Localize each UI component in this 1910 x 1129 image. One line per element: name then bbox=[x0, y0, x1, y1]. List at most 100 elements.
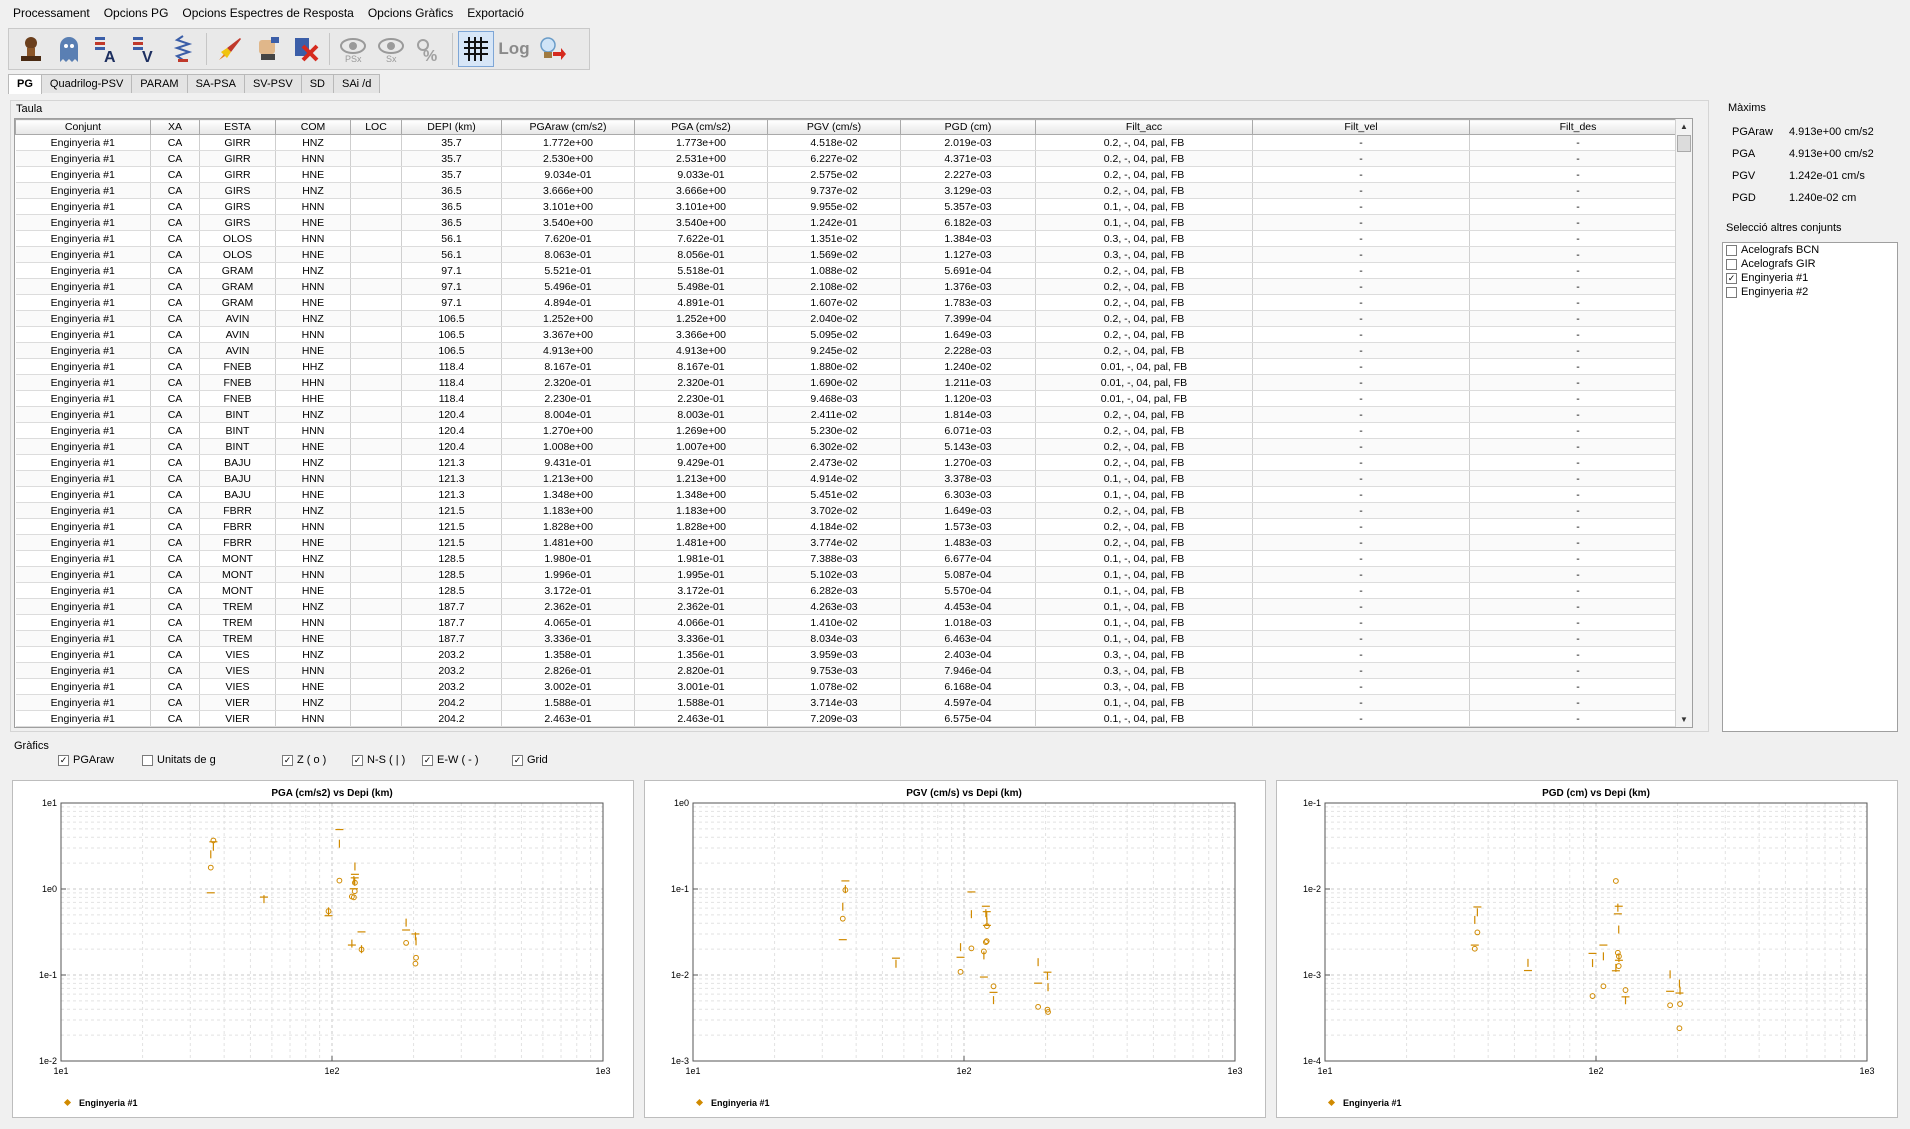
eye-sx-icon[interactable]: Sx bbox=[373, 31, 409, 67]
option-pgaraw[interactable]: ✓ PGAraw bbox=[58, 754, 114, 766]
column-header[interactable]: Conjunt bbox=[15, 119, 151, 135]
table-row[interactable]: Enginyeria #1 CA GRAM HNE 97.1 4.894e-01 4.891… bbox=[15, 294, 1687, 311]
table-row[interactable]: Enginyeria #1 CA TREM HNE 187.7 3.336e-01 3.33… bbox=[15, 630, 1687, 647]
tab-quadrilog-psv[interactable]: Quadrilog-PSV bbox=[40, 74, 133, 93]
menu-exportacio[interactable]: Exportació bbox=[460, 0, 531, 26]
table-row[interactable]: Enginyeria #1 CA BAJU HNN 121.3 1.213e+00 1.21… bbox=[15, 470, 1687, 487]
checkbox[interactable] bbox=[1726, 258, 1737, 270]
checkbox-checked[interactable]: ✓ bbox=[422, 754, 433, 766]
table-row[interactable]: Enginyeria #1 CA OLOS HNE 56.1 8.063e-01 8.056… bbox=[15, 246, 1687, 263]
tab-sd[interactable]: SD bbox=[300, 74, 334, 93]
table-row[interactable]: Enginyeria #1 CA GIRS HNE 36.5 3.540e+00 3.540… bbox=[15, 214, 1687, 231]
table-row[interactable]: Enginyeria #1 CA BINT HNN 120.4 1.270e+00 1.26… bbox=[15, 422, 1687, 439]
table-row[interactable]: Enginyeria #1 CA VIER HNZ 204.2 1.588e-01 1.58… bbox=[15, 694, 1687, 711]
exit-icon[interactable] bbox=[534, 31, 570, 67]
spectrum-a-icon[interactable]: A bbox=[89, 31, 125, 67]
option-grid[interactable]: ✓ Grid bbox=[512, 754, 548, 766]
tab-pg[interactable]: PG bbox=[8, 74, 42, 94]
table-row[interactable]: Enginyeria #1 CA GIRS HNZ 36.5 3.666e+00 3.666… bbox=[15, 182, 1687, 199]
ghost-icon[interactable] bbox=[51, 31, 87, 67]
table-row[interactable]: Enginyeria #1 CA OLOS HNN 56.1 7.620e-01 7.622… bbox=[15, 230, 1687, 247]
table-row[interactable]: Enginyeria #1 CA AVIN HNN 106.5 3.367e+00 3.36… bbox=[15, 326, 1687, 343]
table-row[interactable]: Enginyeria #1 CA AVIN HNE 106.5 4.913e+00 4.91… bbox=[15, 342, 1687, 359]
table-row[interactable]: Enginyeria #1 CA MONT HNZ 128.5 1.980e-01 1.98… bbox=[15, 550, 1687, 567]
eye-psx-icon[interactable]: PSx bbox=[335, 31, 371, 67]
column-header[interactable]: XA bbox=[150, 119, 200, 135]
table-row[interactable]: Enginyeria #1 CA GIRR HNE 35.7 9.034e-01 9.033… bbox=[15, 166, 1687, 183]
checkbox-checked[interactable]: ✓ bbox=[512, 754, 523, 766]
menu-opcions-espectres[interactable]: Opcions Espectres de Resposta bbox=[175, 0, 360, 26]
spring-icon[interactable] bbox=[165, 31, 201, 67]
column-header[interactable]: PGAraw (cm/s2) bbox=[501, 119, 635, 135]
table-row[interactable]: Enginyeria #1 CA TREM HNN 187.7 4.065e-01 4.06… bbox=[15, 614, 1687, 631]
log-icon[interactable]: Log bbox=[496, 31, 532, 67]
column-header[interactable]: LOC bbox=[350, 119, 402, 135]
tab-sai-d[interactable]: SAi /d bbox=[332, 74, 381, 93]
table-row[interactable]: Enginyeria #1 CA FBRR HNN 121.5 1.828e+00 1.82… bbox=[15, 518, 1687, 535]
table-row[interactable]: Enginyeria #1 CA BINT HNZ 120.4 8.004e-01 8.00… bbox=[15, 406, 1687, 423]
column-header[interactable]: Filt_vel bbox=[1252, 119, 1470, 135]
checkbox[interactable] bbox=[1726, 244, 1737, 256]
stamp-icon[interactable] bbox=[13, 31, 49, 67]
menu-processament[interactable]: Processament bbox=[6, 0, 97, 26]
conjunt-item[interactable]: Enginyeria #2 bbox=[1723, 285, 1897, 299]
table-row[interactable]: Enginyeria #1 CA BAJU HNE 121.3 1.348e+00 1.34… bbox=[15, 486, 1687, 503]
table-row[interactable]: Enginyeria #1 CA TREM HNZ 187.7 2.362e-01 2.36… bbox=[15, 598, 1687, 615]
table-row[interactable]: Enginyeria #1 CA MONT HNE 128.5 3.172e-01 3.17… bbox=[15, 582, 1687, 599]
checkbox[interactable] bbox=[142, 754, 153, 766]
rocket-icon[interactable] bbox=[212, 31, 248, 67]
tab-sa-psa[interactable]: SA-PSA bbox=[186, 74, 245, 93]
table-row[interactable]: Enginyeria #1 CA GIRR HNN 35.7 2.530e+00 2.531… bbox=[15, 150, 1687, 167]
conjunt-item[interactable]: Acelografs BCN bbox=[1723, 243, 1897, 257]
column-header[interactable]: COM bbox=[275, 119, 351, 135]
table-row[interactable]: Enginyeria #1 CA GRAM HNZ 97.1 5.521e-01 5.518… bbox=[15, 262, 1687, 279]
column-header[interactable]: DEPI (km) bbox=[401, 119, 502, 135]
checkbox-checked[interactable]: ✓ bbox=[1726, 272, 1737, 284]
column-header[interactable]: Filt_acc bbox=[1035, 119, 1253, 135]
option-unitats-g[interactable]: Unitats de g bbox=[142, 754, 216, 766]
table-row[interactable]: Enginyeria #1 CA FNEB HHZ 118.4 8.167e-01 8.16… bbox=[15, 358, 1687, 375]
column-header[interactable]: PGA (cm/s2) bbox=[634, 119, 768, 135]
data-grid[interactable]: Conjunt XA ESTA COM LOC DEPI (km) PGAraw (cm/s… bbox=[14, 118, 1693, 728]
checkbox[interactable] bbox=[1726, 286, 1737, 298]
scroll-down-icon[interactable]: ▼ bbox=[1676, 712, 1692, 727]
table-row[interactable]: Enginyeria #1 CA FNEB HHN 118.4 2.320e-01 2.32… bbox=[15, 374, 1687, 391]
option-z[interactable]: ✓ Z ( o ) bbox=[282, 754, 326, 766]
column-header[interactable]: PGD (cm) bbox=[900, 119, 1036, 135]
column-header[interactable]: Filt_des bbox=[1469, 119, 1687, 135]
table-row[interactable]: Enginyeria #1 CA FNEB HHE 118.4 2.230e-01 2.23… bbox=[15, 390, 1687, 407]
vertical-scrollbar[interactable]: ▲ ▼ bbox=[1675, 119, 1692, 727]
table-row[interactable]: Enginyeria #1 CA MONT HNN 128.5 1.996e-01 1.99… bbox=[15, 566, 1687, 583]
table-row[interactable]: Enginyeria #1 CA VIES HNE 203.2 3.002e-01 3.00… bbox=[15, 678, 1687, 695]
menu-opcions-pg[interactable]: Opcions PG bbox=[97, 0, 176, 26]
table-row[interactable]: Enginyeria #1 CA FBRR HNZ 121.5 1.183e+00 1.18… bbox=[15, 502, 1687, 519]
column-header[interactable]: PGV (cm/s) bbox=[767, 119, 901, 135]
hand-stamp-icon[interactable] bbox=[250, 31, 286, 67]
column-header[interactable]: ESTA bbox=[199, 119, 276, 135]
table-row[interactable]: Enginyeria #1 CA VIER HNN 204.2 2.463e-01 2.46… bbox=[15, 710, 1687, 727]
grid-icon[interactable] bbox=[458, 31, 494, 67]
option-ns[interactable]: ✓ N-S ( | ) bbox=[352, 754, 405, 766]
scroll-up-icon[interactable]: ▲ bbox=[1676, 119, 1692, 134]
table-row[interactable]: Enginyeria #1 CA GIRR HNZ 35.7 1.772e+00 1.773… bbox=[15, 134, 1687, 151]
option-ew[interactable]: ✓ E-W ( - ) bbox=[422, 754, 479, 766]
percent-icon[interactable]: % bbox=[411, 31, 447, 67]
checkbox-checked[interactable]: ✓ bbox=[282, 754, 293, 766]
table-row[interactable]: Enginyeria #1 CA BINT HNE 120.4 1.008e+00 1.00… bbox=[15, 438, 1687, 455]
tab-param[interactable]: PARAM bbox=[131, 74, 188, 93]
table-row[interactable]: Enginyeria #1 CA GRAM HNN 97.1 5.496e-01 5.498… bbox=[15, 278, 1687, 295]
table-row[interactable]: Enginyeria #1 CA BAJU HNZ 121.3 9.431e-01 9.42… bbox=[15, 454, 1687, 471]
conjunt-item[interactable]: Acelografs GIR bbox=[1723, 257, 1897, 271]
checkbox-checked[interactable]: ✓ bbox=[352, 754, 363, 766]
table-row[interactable]: Enginyeria #1 CA AVIN HNZ 106.5 1.252e+00 1.25… bbox=[15, 310, 1687, 327]
table-row[interactable]: Enginyeria #1 CA VIES HNZ 203.2 1.358e-01 1.35… bbox=[15, 646, 1687, 663]
spectrum-v-icon[interactable]: V bbox=[127, 31, 163, 67]
table-row[interactable]: Enginyeria #1 CA VIES HNN 203.2 2.826e-01 2.82… bbox=[15, 662, 1687, 679]
scroll-thumb[interactable] bbox=[1677, 135, 1691, 152]
delete-icon[interactable] bbox=[288, 31, 324, 67]
menu-opcions-grafics[interactable]: Opcions Gràfics bbox=[361, 0, 460, 26]
table-row[interactable]: Enginyeria #1 CA FBRR HNE 121.5 1.481e+00 1.48… bbox=[15, 534, 1687, 551]
table-row[interactable]: Enginyeria #1 CA GIRS HNN 36.5 3.101e+00 3.101… bbox=[15, 198, 1687, 215]
conjunt-item[interactable]: ✓ Enginyeria #1 bbox=[1723, 271, 1897, 285]
tab-sv-psv[interactable]: SV-PSV bbox=[243, 74, 302, 93]
